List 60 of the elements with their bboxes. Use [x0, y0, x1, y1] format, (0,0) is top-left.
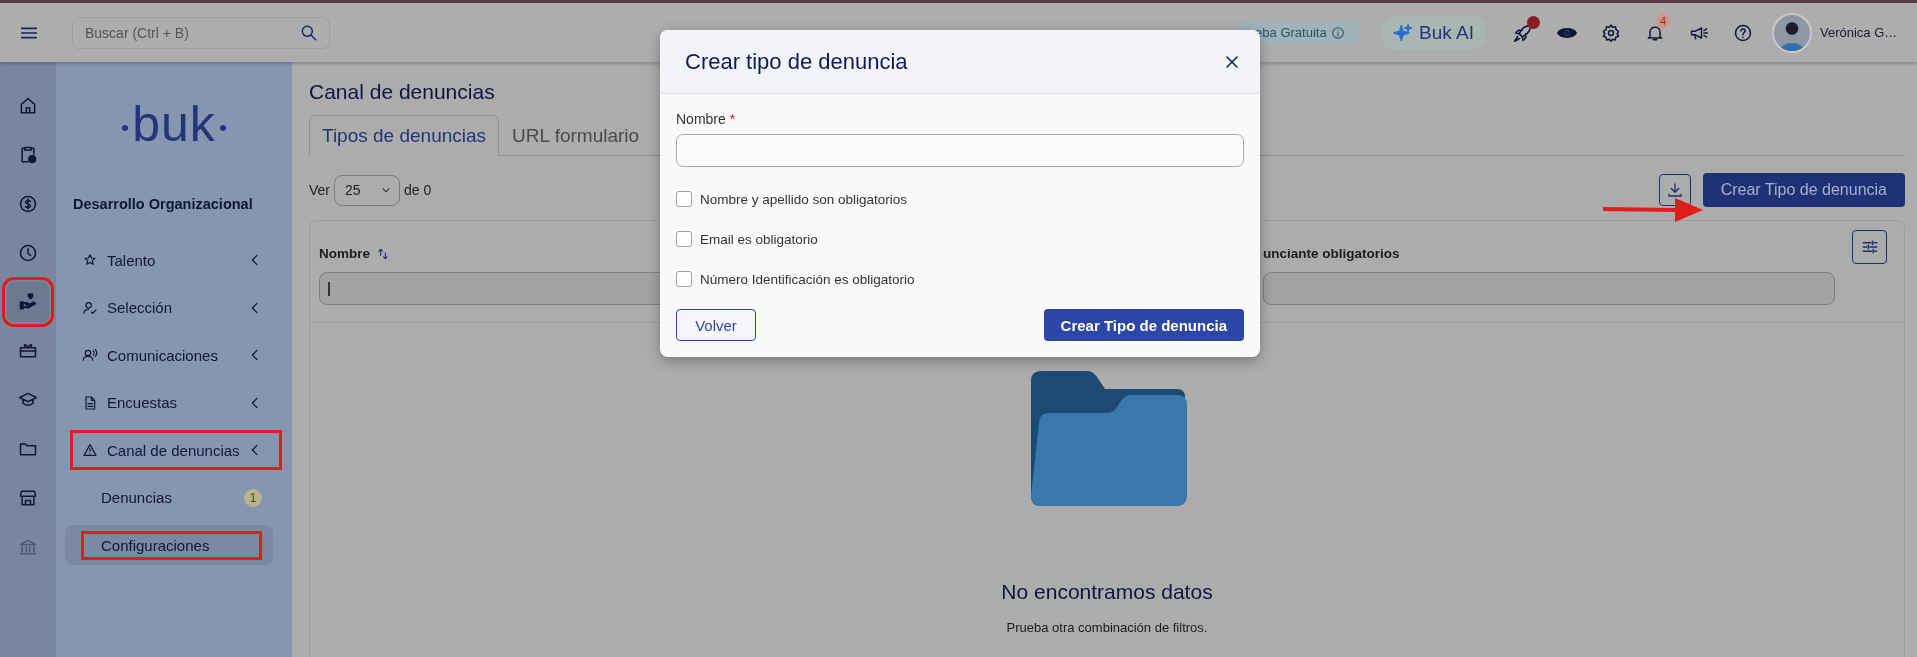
checkbox-label[interactable]: Número Identificación es obligatorio [700, 271, 915, 287]
total-count: de 0 [404, 182, 432, 198]
clipboard-clock-icon [18, 145, 38, 165]
menu-item[interactable]: Selección [70, 287, 282, 328]
page-title: Canal de denuncias [309, 80, 496, 104]
page-size-label: Ver [309, 182, 330, 198]
menu-item[interactable]: Comunicaciones [70, 335, 282, 375]
logo: buk [132, 95, 216, 153]
menu-item[interactable]: Encuestas [70, 382, 282, 423]
column-header[interactable]: unciante obligatorios [1263, 246, 1400, 261]
heart-hand-icon [18, 292, 38, 312]
store-icon [18, 488, 38, 508]
checkbox-label[interactable]: Nombre y apellido son obligatorios [700, 191, 908, 207]
download-icon [1665, 181, 1684, 199]
settings-icon [1601, 22, 1621, 43]
sparkle-icon [1393, 22, 1414, 43]
text-cursor [328, 281, 330, 296]
user-sound-icon [82, 347, 98, 363]
menu-item[interactable]: Talento [70, 240, 282, 280]
back-button[interactable]: Volver [676, 309, 756, 341]
checkbox[interactable] [676, 271, 692, 287]
sort-icon[interactable] [376, 246, 390, 261]
user-check-icon [82, 299, 98, 316]
menu-item[interactable]: Canal de denuncias [70, 430, 282, 470]
clock-icon [18, 243, 38, 263]
create-button[interactable]: Crear Tipo de denuncia [1043, 309, 1244, 341]
checkbox[interactable] [676, 231, 692, 247]
search-field[interactable]: Buscar (Ctrl + B) [72, 16, 330, 49]
help-icon [1733, 22, 1753, 43]
dialog-title: Crear tipo de denuncia [685, 48, 909, 75]
column-filter-field[interactable] [1263, 272, 1835, 305]
submenu-item[interactable]: Denuncias [81, 483, 244, 512]
tab[interactable]: Tipos de denuncias [309, 115, 500, 156]
warning-icon [82, 442, 98, 458]
count-badge: 1 [244, 488, 262, 507]
gift-icon [18, 341, 38, 361]
create-button[interactable]: Crear Tipo de denuncia [1702, 173, 1905, 207]
empty-state-message: Prueba otra combinación de filtros. [1006, 620, 1208, 635]
empty-state-title: No encontramos datos [1001, 580, 1213, 604]
column-settings-button[interactable] [1852, 230, 1887, 264]
field-label: Nombre * [676, 111, 737, 127]
submenu-item[interactable]: Configuraciones [81, 530, 262, 560]
avatar[interactable] [1772, 12, 1812, 53]
checkbox[interactable] [676, 191, 692, 207]
column-header[interactable]: Nombre [319, 246, 370, 261]
checkbox-label[interactable]: Email es obligatorio [700, 231, 818, 247]
bank-icon [18, 537, 38, 557]
document-icon [82, 394, 98, 411]
notification-count: 4 [1656, 13, 1670, 29]
name-input-field[interactable] [676, 134, 1244, 167]
search-input[interactable]: Buscar (Ctrl + B) [83, 23, 299, 42]
home-icon [18, 96, 38, 116]
section-title: Desarrollo Organizacional [73, 196, 254, 212]
dollar-icon [18, 194, 38, 214]
star-icon [82, 252, 98, 268]
info-icon [1330, 25, 1345, 40]
user-name[interactable]: Verónica G… [1820, 25, 1905, 40]
tab[interactable]: URL formulario [499, 115, 653, 156]
ai-button[interactable]: Buk AI [1381, 15, 1486, 50]
page-size-select[interactable]: 25 [334, 174, 400, 206]
